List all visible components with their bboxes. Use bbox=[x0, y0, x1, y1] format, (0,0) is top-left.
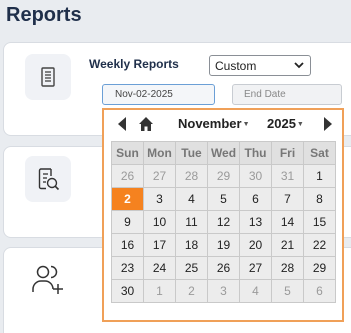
day-cell[interactable]: 3 bbox=[143, 187, 176, 211]
weekday-header: Thu bbox=[239, 141, 272, 165]
calendar-grid: Sun Mon Tue Wed Thu Fri Sat 26 27 28 29 30 31 1 2 3 4 5 6 7… bbox=[111, 141, 336, 303]
year-select[interactable]: 2025▼ bbox=[267, 116, 304, 131]
weekday-header: Sun bbox=[111, 141, 144, 165]
day-cell[interactable]: 20 bbox=[239, 233, 272, 257]
day-cell[interactable]: 16 bbox=[111, 233, 144, 257]
day-cell-other-month[interactable]: 4 bbox=[239, 279, 272, 303]
day-cell[interactable]: 9 bbox=[111, 210, 144, 234]
day-cell[interactable]: 1 bbox=[303, 164, 336, 188]
chevron-down-icon bbox=[294, 62, 304, 69]
day-cell-other-month[interactable]: 30 bbox=[239, 164, 272, 188]
day-cell[interactable]: 19 bbox=[207, 233, 240, 257]
month-select[interactable]: November▼ bbox=[178, 116, 250, 131]
day-cell[interactable]: 28 bbox=[271, 256, 304, 280]
caret-down-icon: ▼ bbox=[296, 121, 304, 128]
week-row: 30 1 2 3 4 5 6 bbox=[111, 279, 336, 303]
day-cell-other-month[interactable]: 1 bbox=[143, 279, 176, 303]
caret-down-icon: ▼ bbox=[242, 121, 250, 128]
week-row: 16 17 18 19 20 21 22 bbox=[111, 233, 336, 257]
week-row: 9 10 11 12 13 14 15 bbox=[111, 210, 336, 234]
day-cell[interactable]: 4 bbox=[175, 187, 208, 211]
day-cell[interactable]: 25 bbox=[175, 256, 208, 280]
weekday-header: Tue bbox=[175, 141, 208, 165]
day-cell[interactable]: 8 bbox=[303, 187, 336, 211]
day-cell[interactable]: 27 bbox=[239, 256, 272, 280]
range-select[interactable]: Custom bbox=[209, 55, 311, 76]
day-cell-other-month[interactable]: 27 bbox=[143, 164, 176, 188]
day-cell[interactable]: 10 bbox=[143, 210, 176, 234]
end-date-input[interactable]: End Date bbox=[232, 84, 342, 105]
day-cell[interactable]: 17 bbox=[143, 233, 176, 257]
day-cell[interactable]: 15 bbox=[303, 210, 336, 234]
day-cell[interactable]: 23 bbox=[111, 256, 144, 280]
week-row: 26 27 28 29 30 31 1 bbox=[111, 164, 336, 188]
date-picker-header: November▼ 2025▼ bbox=[104, 110, 342, 138]
document-icon bbox=[25, 54, 71, 100]
day-cell-other-month[interactable]: 29 bbox=[207, 164, 240, 188]
week-row: 2345678 bbox=[111, 187, 336, 211]
day-cell[interactable]: 18 bbox=[175, 233, 208, 257]
date-picker: November▼ 2025▼ Sun Mon Tue Wed Thu Fri Sat 26 2… bbox=[102, 108, 344, 322]
day-cell-other-month[interactable]: 2 bbox=[175, 279, 208, 303]
day-cell-selected[interactable]: 2 bbox=[111, 187, 144, 211]
day-cell[interactable]: 13 bbox=[239, 210, 272, 234]
home-icon[interactable] bbox=[138, 116, 154, 132]
day-cell-other-month[interactable]: 3 bbox=[207, 279, 240, 303]
day-cell-other-month[interactable]: 5 bbox=[271, 279, 304, 303]
start-date-input[interactable]: Nov-02-2025 bbox=[102, 84, 215, 105]
weekday-header: Wed bbox=[207, 141, 240, 165]
day-cell[interactable]: 30 bbox=[111, 279, 144, 303]
day-cell-other-month[interactable]: 6 bbox=[303, 279, 336, 303]
day-cell[interactable]: 12 bbox=[207, 210, 240, 234]
day-cell[interactable]: 21 bbox=[271, 233, 304, 257]
day-cell[interactable]: 24 bbox=[143, 256, 176, 280]
page-title: Reports bbox=[6, 4, 82, 26]
day-cell-other-month[interactable]: 28 bbox=[175, 164, 208, 188]
day-cell[interactable]: 14 bbox=[271, 210, 304, 234]
chevron-right-icon[interactable] bbox=[322, 116, 334, 132]
day-cell[interactable]: 22 bbox=[303, 233, 336, 257]
year-label: 2025 bbox=[267, 116, 296, 131]
day-cell[interactable]: 5 bbox=[207, 187, 240, 211]
day-cell[interactable]: 29 bbox=[303, 256, 336, 280]
day-cell-other-month[interactable]: 31 bbox=[271, 164, 304, 188]
day-cell[interactable]: 11 bbox=[175, 210, 208, 234]
day-cell[interactable]: 7 bbox=[271, 187, 304, 211]
week-row: 23 24 25 26 27 28 29 bbox=[111, 256, 336, 280]
weekday-header: Sat bbox=[303, 141, 336, 165]
range-select-value: Custom bbox=[215, 59, 257, 73]
day-cell-other-month[interactable]: 26 bbox=[111, 164, 144, 188]
day-cell[interactable]: 6 bbox=[239, 187, 272, 211]
search-document-icon bbox=[25, 156, 71, 202]
weekday-header: Fri bbox=[271, 141, 304, 165]
month-label: November bbox=[178, 116, 242, 131]
weekday-row: Sun Mon Tue Wed Thu Fri Sat bbox=[111, 141, 336, 165]
day-cell[interactable]: 26 bbox=[207, 256, 240, 280]
weekday-header: Mon bbox=[143, 141, 176, 165]
add-users-icon bbox=[25, 257, 71, 303]
report-name: Weekly Reports bbox=[89, 57, 179, 71]
chevron-left-icon[interactable] bbox=[116, 116, 128, 132]
